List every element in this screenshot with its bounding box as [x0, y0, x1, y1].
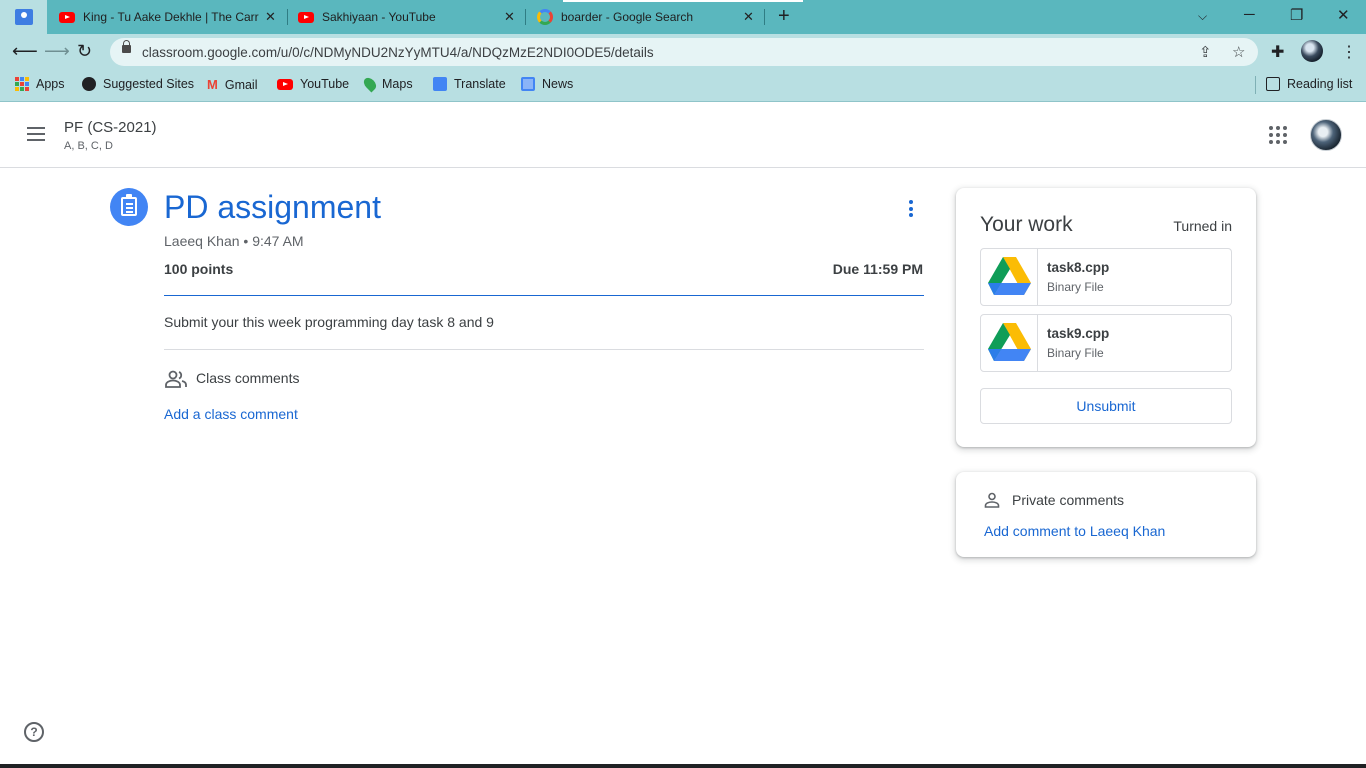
title-divider: [164, 295, 924, 296]
back-button[interactable]: ⟵: [12, 41, 38, 61]
content-divider: [164, 349, 924, 350]
people-icon: [165, 370, 187, 388]
address-bar[interactable]: classroom.google.com/u/0/c/NDMyNDU2NzYyM…: [110, 38, 1258, 66]
file-name: task8.cpp: [1047, 260, 1110, 275]
taskbar-edge: [0, 764, 1366, 768]
add-class-comment-link[interactable]: Add a class comment: [164, 406, 298, 422]
file-type: Binary File: [1047, 280, 1104, 294]
tab-google-search[interactable]: boarder - Google Search ✕: [526, 0, 764, 34]
reading-list-label: Reading list: [1287, 77, 1353, 91]
tab-classroom[interactable]: [0, 0, 47, 34]
browser-toolbar: ⟵ ⟶ ↻ classroom.google.com/u/0/c/NDMyNDU…: [0, 34, 1366, 70]
bookmark-maps[interactable]: Maps: [361, 75, 413, 93]
assignment-meta: Laeeq Khan • 9:47 AM: [164, 233, 304, 249]
news-icon: [521, 77, 535, 91]
help-icon[interactable]: ?: [24, 722, 44, 742]
main-menu-icon[interactable]: [27, 127, 45, 141]
attachment-task9[interactable]: task9.cpp Binary File: [980, 314, 1232, 372]
bookmark-label: Apps: [36, 77, 65, 91]
close-tab-icon[interactable]: ✕: [265, 10, 276, 23]
bookmark-label: Translate: [454, 77, 506, 91]
maps-pin-icon: [361, 75, 379, 93]
gmail-icon: M: [207, 77, 218, 92]
lock-icon: [122, 40, 131, 53]
url-text[interactable]: classroom.google.com/u/0/c/NDMyNDU2NzYyM…: [142, 45, 654, 60]
reading-list-button[interactable]: Reading list: [1266, 77, 1352, 91]
unsubmit-button[interactable]: Unsubmit: [980, 388, 1232, 424]
profile-avatar[interactable]: [1301, 40, 1323, 62]
bookmark-news[interactable]: News: [521, 77, 573, 91]
translate-icon: [433, 77, 447, 91]
tab-youtube-sakhiyaan[interactable]: Sakhiyaan - YouTube ✕: [288, 0, 525, 34]
bookmarks-divider: [1255, 76, 1256, 94]
bookmark-suggested-sites[interactable]: Suggested Sites: [82, 77, 194, 91]
apps-grid-icon: [15, 77, 29, 91]
browser-menu-icon[interactable]: ⋮: [1341, 42, 1357, 62]
tab-loading-indicator: [563, 0, 803, 2]
classroom-header: PF (CS-2021) A, B, C, D: [0, 103, 1366, 168]
account-avatar[interactable]: [1310, 119, 1342, 151]
close-tab-icon[interactable]: ✕: [743, 10, 754, 23]
private-comments-card: Private comments Add comment to Laeeq Kh…: [956, 472, 1256, 557]
bookmark-label: News: [542, 77, 574, 91]
file-type: Binary File: [1047, 346, 1104, 360]
assignment-icon: [110, 188, 148, 226]
new-tab-button[interactable]: +: [778, 6, 790, 26]
bookmark-gmail[interactable]: M Gmail: [207, 77, 258, 92]
person-icon: [984, 492, 1000, 508]
reading-list-icon: [1266, 77, 1280, 91]
bookmark-youtube[interactable]: YouTube: [277, 77, 349, 91]
tab-divider: [764, 9, 765, 25]
bookmark-label: Gmail: [224, 77, 258, 92]
close-tab-icon[interactable]: ✕: [504, 10, 515, 23]
course-section: A, B, C, D: [64, 140, 113, 152]
youtube-icon: [59, 11, 75, 23]
file-name: task9.cpp: [1047, 326, 1110, 341]
close-window-button[interactable]: ✕: [1337, 6, 1350, 24]
bookmark-star-icon[interactable]: ☆: [1232, 43, 1245, 61]
attachment-task8[interactable]: task8.cpp Binary File: [980, 248, 1232, 306]
tab-search-chevron-icon[interactable]: ⌵: [1198, 9, 1207, 24]
globe-icon: [82, 77, 96, 91]
bookmark-apps[interactable]: Apps: [15, 77, 65, 91]
google-apps-icon[interactable]: [1269, 126, 1287, 144]
restore-button[interactable]: ❐: [1290, 6, 1303, 24]
assignment-title: PD assignment: [164, 189, 381, 225]
google-icon: [537, 9, 553, 25]
tab-youtube-king[interactable]: King - Tu Aake Dekhle | The Carr ✕: [47, 0, 287, 34]
forward-button[interactable]: ⟶: [44, 41, 70, 61]
add-private-comment-link[interactable]: Add comment to Laeeq Khan: [984, 523, 1165, 539]
google-classroom-icon: [14, 9, 33, 25]
class-comments-label: Class comments: [196, 370, 300, 386]
share-icon[interactable]: ⇪: [1199, 43, 1212, 61]
bookmark-translate[interactable]: Translate: [433, 77, 506, 91]
bookmark-label: Maps: [382, 77, 413, 91]
browser-tab-strip: King - Tu Aake Dekhle | The Carr ✕ Sakhi…: [0, 0, 1366, 34]
bookmark-label: Suggested Sites: [103, 77, 195, 91]
reload-button[interactable]: ↻: [77, 41, 92, 61]
bookmarks-bar: Apps Suggested Sites M Gmail YouTube Map…: [0, 70, 1366, 102]
assignment-instructions: Submit your this week programming day ta…: [164, 314, 494, 330]
youtube-icon: [277, 78, 293, 90]
tab-title: boarder - Google Search: [561, 10, 694, 24]
your-work-title: Your work: [980, 213, 1073, 236]
private-comments-label: Private comments: [1012, 492, 1125, 508]
your-work-card: Your work Turned in task8.cpp Binary Fil…: [956, 188, 1256, 447]
course-name[interactable]: PF (CS-2021): [64, 119, 157, 136]
tab-title: King - Tu Aake Dekhle | The Carr: [83, 10, 259, 24]
bookmark-label: YouTube: [300, 77, 350, 91]
google-drive-icon: [981, 315, 1038, 371]
assignment-due: Due 11:59 PM: [832, 261, 923, 277]
assignment-points: 100 points: [164, 261, 234, 277]
submission-status: Turned in: [1173, 218, 1232, 234]
minimize-button[interactable]: ─: [1244, 6, 1255, 23]
tab-title: Sakhiyaan - YouTube: [322, 10, 436, 24]
google-drive-icon: [981, 249, 1038, 305]
more-options-icon[interactable]: [909, 200, 914, 217]
youtube-icon: [298, 11, 314, 23]
extensions-puzzle-icon[interactable]: ✚: [1271, 42, 1284, 62]
